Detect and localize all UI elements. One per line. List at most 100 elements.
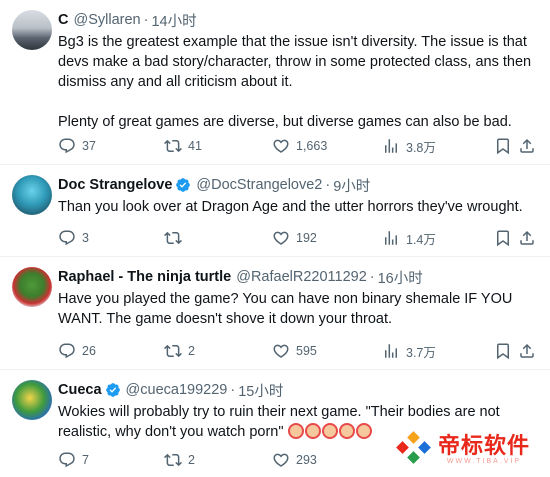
author-name[interactable]: Cueca xyxy=(58,382,102,398)
retweet-count: 2 xyxy=(188,344,195,358)
reply-count: 7 xyxy=(82,453,89,467)
tweet-header: Cueca @cueca199229 · 15小时 xyxy=(58,380,536,400)
view-count: 3.7万 xyxy=(406,345,436,360)
avatar[interactable] xyxy=(12,10,52,50)
like-button[interactable]: 192 xyxy=(272,229,317,247)
reply-count: 3 xyxy=(82,231,89,245)
view-count: 3.8万 xyxy=(406,140,436,155)
retweet-button[interactable]: 2 xyxy=(164,451,195,469)
avatar[interactable] xyxy=(12,267,52,307)
views-button[interactable]: 3.7万 xyxy=(382,342,436,361)
reply-button[interactable]: 26 xyxy=(58,342,96,360)
views-button[interactable]: 3.8万 xyxy=(382,137,436,156)
retweet-icon xyxy=(164,139,182,153)
reply-button[interactable]: 37 xyxy=(58,137,96,155)
bookmark-button[interactable] xyxy=(494,137,512,155)
heart-icon xyxy=(273,453,289,467)
brand-logo-icon xyxy=(396,430,431,464)
share-button[interactable] xyxy=(518,342,536,360)
clown-emoji-icon xyxy=(304,423,321,439)
bookmark-icon xyxy=(497,343,509,360)
heart-icon xyxy=(273,344,289,358)
reply-button[interactable]: 7 xyxy=(58,451,89,469)
author-handle[interactable]: @cueca199229 xyxy=(126,382,228,398)
reply-icon xyxy=(59,343,75,359)
watermark-logo: 帝标软件 WWW.TIBA.VIP xyxy=(396,428,530,465)
share-button[interactable] xyxy=(518,229,536,247)
views-chart-icon xyxy=(385,139,397,153)
tweet-actions: 37 41 1,663 3.8万 xyxy=(58,136,538,156)
clown-emoji-icon xyxy=(355,423,372,439)
reply-icon xyxy=(59,230,75,246)
timestamp[interactable]: 15小时 xyxy=(238,380,283,401)
heart-icon xyxy=(273,231,289,245)
verified-badge-icon xyxy=(105,383,120,397)
author-name[interactable]: C xyxy=(58,12,68,28)
tweet-actions: 26 2 595 3.7万 xyxy=(58,341,538,361)
timestamp[interactable]: 9小时 xyxy=(333,175,370,196)
like-button[interactable]: 1,663 xyxy=(272,137,327,155)
views-chart-icon xyxy=(385,231,397,245)
heart-icon xyxy=(273,139,289,153)
like-count: 1,663 xyxy=(296,139,328,153)
bookmark-button[interactable] xyxy=(494,342,512,360)
avatar[interactable] xyxy=(12,175,52,215)
tweet-text: Bg3 is the greatest example that the iss… xyxy=(58,34,532,130)
share-icon xyxy=(520,343,534,358)
verified-badge-icon xyxy=(176,178,191,192)
tweet-actions: 3 192 1.4万 xyxy=(58,228,538,248)
retweet-button[interactable]: 41 xyxy=(164,137,202,155)
bookmark-button[interactable] xyxy=(494,229,512,247)
share-icon xyxy=(520,138,534,153)
views-chart-icon xyxy=(385,344,397,358)
reply-count: 37 xyxy=(82,139,96,153)
timestamp[interactable]: 14小时 xyxy=(151,10,196,31)
watermark-url: WWW.TIBA.VIP xyxy=(446,458,522,465)
share-icon xyxy=(520,230,534,245)
like-count: 192 xyxy=(296,231,317,245)
tweet[interactable]: Doc Strangelove @DocStrangelove2 · 9小时 T… xyxy=(0,165,550,257)
like-button[interactable]: 293 xyxy=(272,451,317,469)
bookmark-icon xyxy=(497,138,509,155)
share-button[interactable] xyxy=(518,137,536,155)
author-handle[interactable]: @RafaelR22011292 xyxy=(236,269,367,285)
retweet-icon xyxy=(164,453,182,467)
reply-count: 26 xyxy=(82,344,96,358)
reply-icon xyxy=(59,452,75,468)
separator-dot: · xyxy=(325,177,331,193)
reply-feed: C @Syllaren · 14小时 Bg3 is the greatest e… xyxy=(0,0,550,477)
timestamp[interactable]: 16小时 xyxy=(378,267,423,288)
watermark-brand: 帝标软件 xyxy=(437,433,530,458)
separator-dot: · xyxy=(369,269,375,285)
reply-button[interactable]: 3 xyxy=(58,229,89,247)
separator-dot: · xyxy=(143,12,149,28)
tweet-text: Have you played the game? You can have n… xyxy=(58,291,517,327)
tweet[interactable]: C @Syllaren · 14小时 Bg3 is the greatest e… xyxy=(0,0,550,165)
tweet-header: C @Syllaren · 14小时 xyxy=(58,10,536,30)
views-button[interactable]: 1.4万 xyxy=(382,229,436,248)
clown-emoji-icon xyxy=(338,423,355,439)
retweet-count: 2 xyxy=(188,453,195,467)
retweet-button[interactable]: 2 xyxy=(164,342,195,360)
reply-icon xyxy=(59,138,75,154)
clown-emoji-icon xyxy=(287,423,304,439)
retweet-icon xyxy=(164,231,182,245)
tweet-text: Than you look over at Dragon Age and the… xyxy=(58,199,523,215)
tweet-header: Doc Strangelove @DocStrangelove2 · 9小时 xyxy=(58,175,536,195)
tweet[interactable]: Raphael - The ninja turtle @RafaelR22011… xyxy=(0,257,550,370)
author-handle[interactable]: @Syllaren xyxy=(73,12,140,28)
like-button[interactable]: 595 xyxy=(272,342,317,360)
author-name[interactable]: Raphael - The ninja turtle xyxy=(58,269,231,285)
author-handle[interactable]: @DocStrangelove2 xyxy=(196,177,322,193)
view-count: 1.4万 xyxy=(406,232,436,247)
retweet-button[interactable] xyxy=(164,229,188,247)
like-count: 293 xyxy=(296,453,317,467)
bookmark-icon xyxy=(497,230,509,247)
retweet-icon xyxy=(164,344,182,358)
author-name[interactable]: Doc Strangelove xyxy=(58,177,172,193)
like-count: 595 xyxy=(296,344,317,358)
tweet-header: Raphael - The ninja turtle @RafaelR22011… xyxy=(58,267,536,287)
avatar[interactable] xyxy=(12,380,52,420)
clown-emoji-icon xyxy=(321,423,338,439)
separator-dot: · xyxy=(230,382,236,398)
